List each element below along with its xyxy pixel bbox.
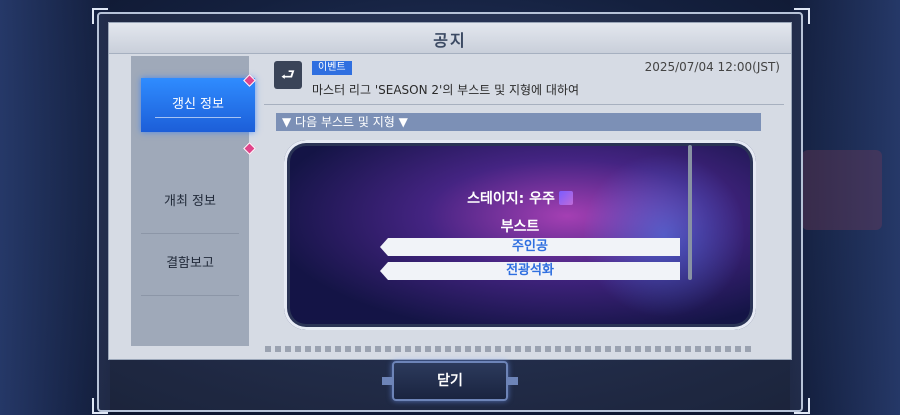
close-button-label: 닫기 [437, 373, 463, 389]
notice-arrow-icon: ⮐ [274, 61, 302, 89]
category-badge: 이벤트 [312, 61, 352, 75]
sidebar-item-event-info[interactable]: 개최 정보 [131, 172, 249, 232]
sidebar-item-label: 갱신 정보 [172, 97, 224, 112]
stage-banner-image: 스테이지: 우주 부스트 주인공 전광석화 [284, 140, 756, 330]
boost-label: 부스트 [500, 219, 540, 235]
dialog-title: 공지 [433, 31, 467, 50]
button-ornament [382, 377, 392, 385]
notice-title: 마스터 리그 'SEASON 2'의 부스트 및 지형에 대하여 [312, 83, 580, 97]
button-ornament [508, 377, 518, 385]
sidebar: 갱신 정보 개최 정보 결함보고 [131, 56, 256, 346]
active-underline [155, 117, 241, 118]
dialog-title-bar: 공지 [109, 23, 791, 54]
background-right-panel [790, 0, 900, 415]
background-decoration [802, 150, 882, 230]
notice-content: ⮐ 이벤트 2025/07/04 12:00(JST) 마스터 리그 'SEAS… [264, 56, 784, 346]
background-left-panel [0, 0, 110, 415]
frame-corner [92, 398, 108, 414]
section-heading: ▼ 다음 부스트 및 지형 ▼ [276, 113, 761, 131]
frame-corner [794, 8, 810, 24]
close-button[interactable]: 닫기 [382, 361, 518, 401]
stage-label: 스테이지: 우주 [467, 191, 555, 207]
sidebar-item-label: 개최 정보 [164, 194, 216, 209]
sidebar-item-label: 결함보고 [166, 256, 214, 271]
content-scrollbar[interactable] [688, 145, 692, 280]
notice-date: 2025/07/04 12:00(JST) [644, 60, 780, 74]
frame-corner [92, 8, 108, 24]
boost-pill: 주인공 [380, 238, 680, 256]
boost-pill: 전광석화 [380, 262, 680, 280]
sidebar-item-update-info[interactable]: 갱신 정보 [141, 78, 255, 132]
frame-corner [794, 398, 810, 414]
cut-off-text-line [265, 346, 755, 352]
divider [264, 104, 784, 105]
sidebar-divider [141, 295, 239, 296]
new-marker-icon [243, 142, 256, 155]
sidebar-item-bug-report[interactable]: 결함보고 [131, 234, 249, 294]
stage-line: 스테이지: 우주 [284, 188, 756, 208]
space-stage-icon [558, 191, 573, 205]
